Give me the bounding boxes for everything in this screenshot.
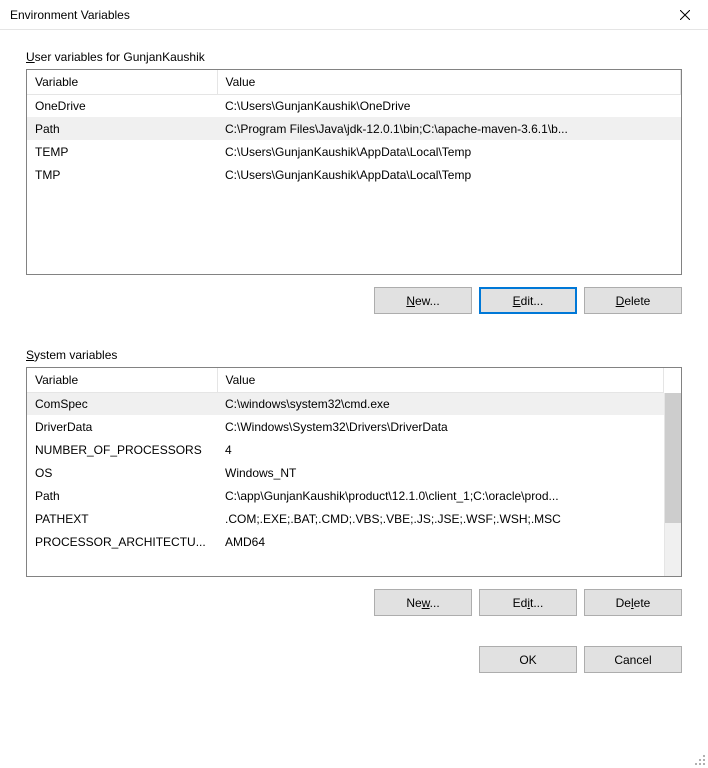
system-value-cell: AMD64 <box>217 530 664 553</box>
user-delete-button[interactable]: Delete <box>584 287 682 314</box>
user-edit-button[interactable]: Edit... <box>479 287 577 314</box>
system-variables-table[interactable]: Variable Value ComSpecC:\windows\system3… <box>27 368 664 553</box>
user-header-variable[interactable]: Variable <box>27 70 217 94</box>
system-variables-table-container: Variable Value ComSpecC:\windows\system3… <box>26 367 682 577</box>
window-title: Environment Variables <box>10 8 130 22</box>
user-value-cell: C:\Users\GunjanKaushik\OneDrive <box>217 94 681 117</box>
table-row[interactable]: PROCESSOR_ARCHITECTU...AMD64 <box>27 530 664 553</box>
table-row[interactable]: ComSpecC:\windows\system32\cmd.exe <box>27 392 664 415</box>
user-variable-cell: TEMP <box>27 140 217 163</box>
cancel-button[interactable]: Cancel <box>584 646 682 673</box>
user-new-button[interactable]: New... <box>374 287 472 314</box>
table-row[interactable]: OneDriveC:\Users\GunjanKaushik\OneDrive <box>27 94 681 117</box>
system-header-variable[interactable]: Variable <box>27 368 217 392</box>
system-value-cell: C:\windows\system32\cmd.exe <box>217 392 664 415</box>
user-value-cell: C:\Users\GunjanKaushik\AppData\Local\Tem… <box>217 163 681 186</box>
ok-button[interactable]: OK <box>479 646 577 673</box>
user-header-value[interactable]: Value <box>217 70 681 94</box>
user-variables-label: User variables for GunjanKaushik <box>26 50 682 64</box>
system-table-header-row: Variable Value <box>27 368 664 392</box>
system-edit-button[interactable]: Edit... <box>479 589 577 616</box>
system-value-cell: Windows_NT <box>217 461 664 484</box>
system-table-scrollbar[interactable] <box>664 393 681 576</box>
system-variable-cell: PROCESSOR_ARCHITECTU... <box>27 530 217 553</box>
user-variables-table-container: Variable Value OneDriveC:\Users\GunjanKa… <box>26 69 682 275</box>
system-variable-cell: ComSpec <box>27 392 217 415</box>
system-value-cell: 4 <box>217 438 664 461</box>
system-variable-cell: OS <box>27 461 217 484</box>
dialog-content: User variables for GunjanKaushik Variabl… <box>0 30 708 683</box>
user-table-header-row: Variable Value <box>27 70 681 94</box>
table-row[interactable]: TEMPC:\Users\GunjanKaushik\AppData\Local… <box>27 140 681 163</box>
table-row[interactable]: OSWindows_NT <box>27 461 664 484</box>
user-variables-table[interactable]: Variable Value OneDriveC:\Users\GunjanKa… <box>27 70 681 186</box>
system-value-cell: .COM;.EXE;.BAT;.CMD;.VBS;.VBE;.JS;.JSE;.… <box>217 507 664 530</box>
user-value-cell: C:\Program Files\Java\jdk-12.0.1\bin;C:\… <box>217 117 681 140</box>
system-variable-cell: Path <box>27 484 217 507</box>
system-button-row: New... Edit... Delete <box>26 589 682 616</box>
scrollbar-thumb[interactable] <box>665 393 681 523</box>
table-row[interactable]: DriverDataC:\Windows\System32\Drivers\Dr… <box>27 415 664 438</box>
system-new-button[interactable]: New... <box>374 589 472 616</box>
system-value-cell: C:\Windows\System32\Drivers\DriverData <box>217 415 664 438</box>
table-row[interactable]: PathC:\app\GunjanKaushik\product\12.1.0\… <box>27 484 664 507</box>
user-value-cell: C:\Users\GunjanKaushik\AppData\Local\Tem… <box>217 140 681 163</box>
table-row[interactable]: NUMBER_OF_PROCESSORS4 <box>27 438 664 461</box>
system-variable-cell: DriverData <box>27 415 217 438</box>
table-row[interactable]: TMPC:\Users\GunjanKaushik\AppData\Local\… <box>27 163 681 186</box>
user-variable-cell: TMP <box>27 163 217 186</box>
user-variable-cell: Path <box>27 117 217 140</box>
user-variable-cell: OneDrive <box>27 94 217 117</box>
system-variable-cell: PATHEXT <box>27 507 217 530</box>
table-row[interactable]: PathC:\Program Files\Java\jdk-12.0.1\bin… <box>27 117 681 140</box>
system-header-value[interactable]: Value <box>217 368 664 392</box>
user-button-row: New... Edit... Delete <box>26 287 682 314</box>
dialog-button-row: OK Cancel <box>26 646 682 673</box>
system-variables-label: System variables <box>26 348 682 362</box>
close-button[interactable] <box>662 0 708 30</box>
table-row[interactable]: PATHEXT.COM;.EXE;.BAT;.CMD;.VBS;.VBE;.JS… <box>27 507 664 530</box>
system-delete-button[interactable]: Delete <box>584 589 682 616</box>
system-variable-cell: NUMBER_OF_PROCESSORS <box>27 438 217 461</box>
close-icon <box>680 10 690 20</box>
titlebar: Environment Variables <box>0 0 708 30</box>
system-value-cell: C:\app\GunjanKaushik\product\12.1.0\clie… <box>217 484 664 507</box>
